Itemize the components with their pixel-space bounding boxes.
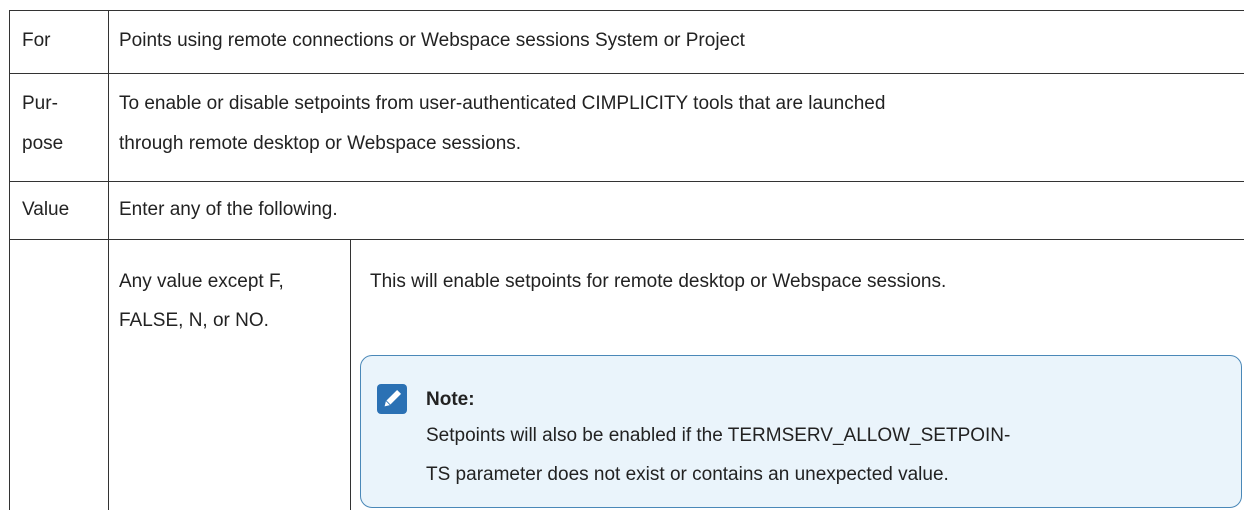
note-text-line-2: TS parameter does not exist or contains … bbox=[426, 464, 949, 485]
table-divider-3 bbox=[9, 239, 1244, 240]
purpose-value-line-1: To enable or disable setpoints from user… bbox=[119, 93, 886, 114]
option-value-line-1: Any value except F, bbox=[119, 271, 284, 292]
value-label: Value bbox=[22, 199, 70, 220]
table-divider-2 bbox=[9, 181, 1244, 182]
table-border-top bbox=[9, 10, 1244, 11]
value-intro: Enter any of the following. bbox=[119, 199, 338, 220]
table-border-left bbox=[9, 10, 10, 510]
pencil-icon bbox=[377, 384, 407, 414]
option-description: This will enable setpoints for remote de… bbox=[370, 271, 947, 292]
purpose-label-line-1: Pur- bbox=[22, 93, 58, 114]
for-label: For bbox=[22, 30, 51, 51]
note-callout: Note: Setpoints will also be enabled if … bbox=[360, 355, 1242, 508]
note-text-line-1: Setpoints will also be enabled if the TE… bbox=[426, 425, 1011, 446]
option-value-line-2: FALSE, N, or NO. bbox=[119, 310, 269, 331]
column-divider-option bbox=[350, 239, 351, 510]
column-divider-label bbox=[108, 10, 109, 510]
purpose-label-line-2: pose bbox=[22, 133, 64, 154]
for-value: Points using remote connections or Websp… bbox=[119, 30, 745, 51]
purpose-value-line-2: through remote desktop or Webspace sessi… bbox=[119, 133, 522, 154]
table-divider-1 bbox=[9, 73, 1244, 74]
note-title: Note: bbox=[426, 389, 475, 410]
